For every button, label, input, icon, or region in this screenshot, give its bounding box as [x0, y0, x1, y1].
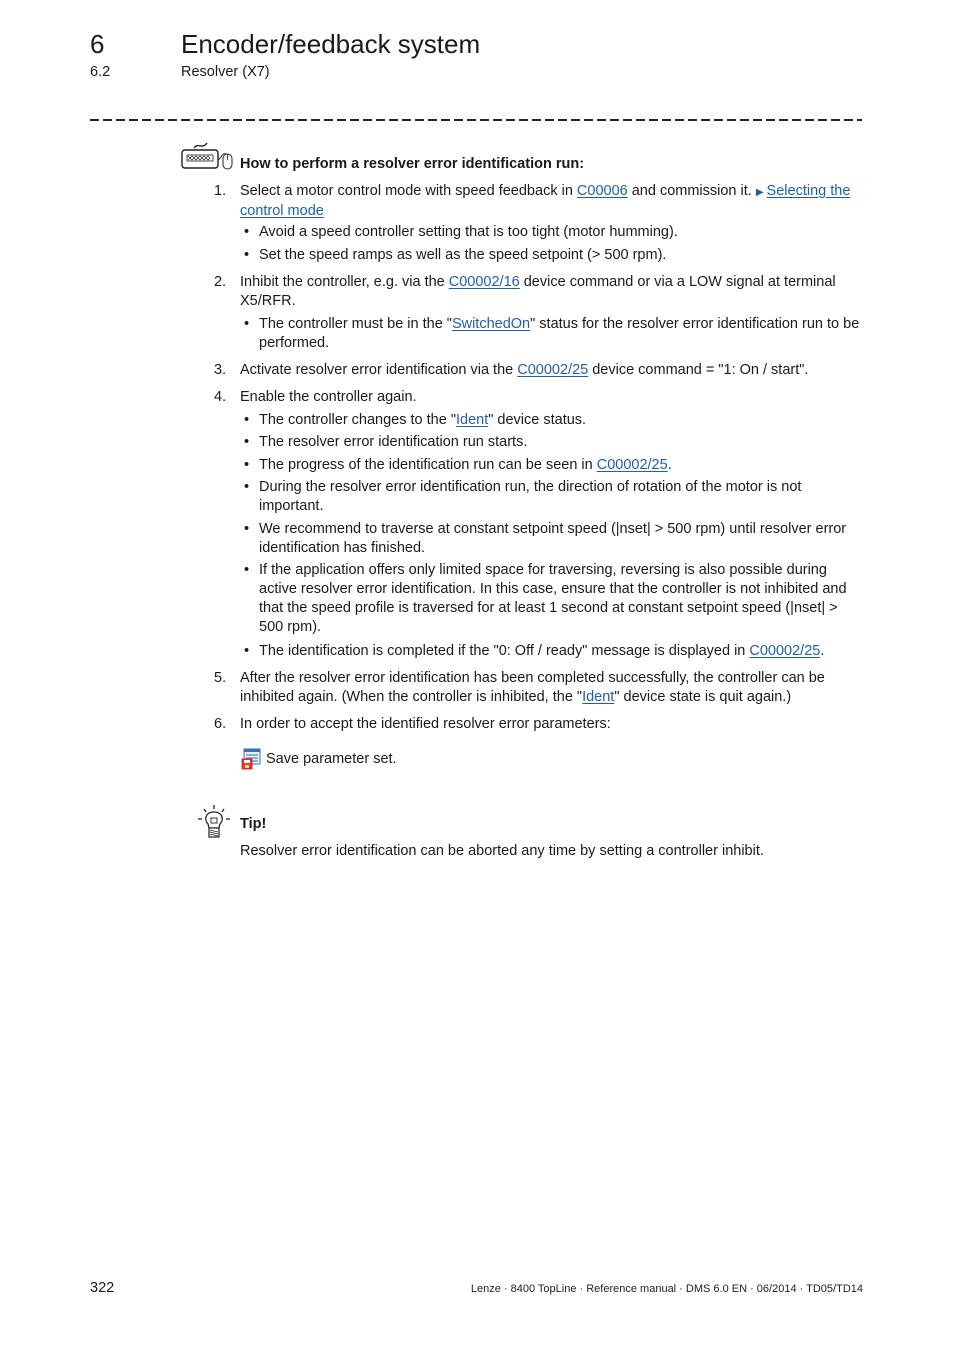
howto-title: How to perform a resolver error identifi…: [240, 156, 585, 172]
save-parameter-set-label: Save parameter set.: [266, 751, 397, 767]
step-number: 3.: [214, 362, 227, 378]
bullet-item: • During the resolver error identificati…: [244, 478, 864, 516]
bullet-item: • The progress of the identification run…: [244, 456, 864, 475]
step-number: 2.: [214, 274, 227, 290]
bullet-text: The controller must be in the ": [259, 316, 452, 332]
bullet-dot: •: [244, 457, 250, 473]
bullet-dot: •: [244, 224, 250, 240]
bullet-dot: •: [244, 643, 250, 659]
step-number: 5.: [214, 670, 227, 686]
bullet-text: .: [820, 643, 825, 659]
tip-text: Resolver error identification can be abo…: [240, 843, 764, 859]
step-text: Activate resolver error identification v…: [240, 362, 518, 378]
bullet-text: The resolver error identification run st…: [259, 434, 528, 450]
step-text: Select a motor control mode with speed f…: [240, 183, 577, 199]
link-ident[interactable]: Ident: [582, 689, 614, 705]
step-2: 2. Inhibit the controller, e.g. via the …: [214, 273, 864, 311]
step-4: 4. Enable the controller again.: [214, 388, 864, 407]
bullet-item: • The controller changes to the "Ident" …: [244, 411, 864, 430]
bullet-text: The controller changes to the ": [259, 412, 456, 428]
step-1: 1. Select a motor control mode with spee…: [214, 182, 864, 221]
section-title: Resolver (X7): [181, 64, 270, 80]
link-c00002-16[interactable]: C00002/16: [449, 274, 520, 290]
tip-title: Tip!: [240, 816, 267, 832]
link-c00002-25[interactable]: C00002/25: [597, 457, 668, 473]
keyboard-mouse-icon: [180, 140, 234, 172]
bullet-item: • The resolver error identification run …: [244, 433, 864, 452]
bullet-text: Set the speed ramps as well as the speed…: [259, 247, 667, 263]
chapter-number: 6: [90, 29, 105, 59]
bullet-dot: •: [244, 316, 250, 332]
bullet-text: Avoid a speed controller setting that is…: [259, 224, 678, 240]
bullet-text: We recommend to traverse at constant set…: [259, 521, 847, 556]
page-number: 322: [90, 1280, 115, 1296]
bullet-text: If the application offers only limited s…: [259, 562, 847, 635]
bullet-text: .: [667, 457, 672, 473]
bullet-dot: •: [244, 562, 250, 578]
lightbulb-icon: [196, 804, 232, 840]
bullet-text: " device status.: [488, 412, 587, 428]
bullet-text: The progress of the identification run c…: [259, 457, 597, 473]
section-number: 6.2: [90, 64, 111, 80]
step-number: 1.: [214, 183, 227, 199]
link-ident[interactable]: Ident: [456, 412, 488, 428]
bullet-text: During the resolver error identification…: [259, 479, 802, 514]
bullet-dot: •: [244, 521, 250, 537]
triangle-right-icon: ▶: [755, 187, 764, 198]
footer-meta: Lenze · 8400 TopLine · Reference manual …: [470, 1283, 863, 1295]
step-number: 6.: [214, 716, 227, 732]
step-text: In order to accept the identified resolv…: [240, 716, 611, 732]
save-parameter-set-icon[interactable]: [241, 748, 261, 770]
step-3: 3. Activate resolver error identificatio…: [214, 361, 864, 380]
step-number: 4.: [214, 389, 227, 405]
bullet-item: • Avoid a speed controller setting that …: [244, 223, 864, 242]
step-6: 6. In order to accept the identified res…: [214, 715, 864, 734]
step-text: Inhibit the controller, e.g. via the: [240, 274, 449, 290]
step-text: and commission it.: [627, 183, 756, 199]
bullet-dot: •: [244, 247, 250, 263]
bullet-item: • The identification is completed if the…: [244, 642, 864, 661]
step-5: 5. After the resolver error identificati…: [214, 669, 864, 707]
bullet-text: The identification is completed if the "…: [259, 643, 750, 659]
bullet-dot: •: [244, 434, 250, 450]
link-c00002-25[interactable]: C00002/25: [749, 643, 820, 659]
bullet-item: • Set the speed ramps as well as the spe…: [244, 246, 864, 265]
link-c00006[interactable]: C00006: [577, 183, 628, 199]
bullet-dot: •: [244, 412, 250, 428]
step-text: " device state is quit again.): [614, 689, 792, 705]
link-c00002-25[interactable]: C00002/25: [517, 362, 588, 378]
bullet-dot: •: [244, 479, 250, 495]
header-divider: [90, 119, 862, 121]
bullet-item: • If the application offers only limited…: [244, 561, 864, 637]
link-switchedon[interactable]: SwitchedOn: [452, 316, 530, 332]
step-text: device command = "1: On / start".: [588, 362, 809, 378]
step-text: Enable the controller again.: [240, 389, 417, 405]
bullet-item: • The controller must be in the "Switche…: [244, 315, 864, 353]
chapter-title: Encoder/feedback system: [181, 29, 481, 59]
bullet-item: • We recommend to traverse at constant s…: [244, 520, 864, 558]
